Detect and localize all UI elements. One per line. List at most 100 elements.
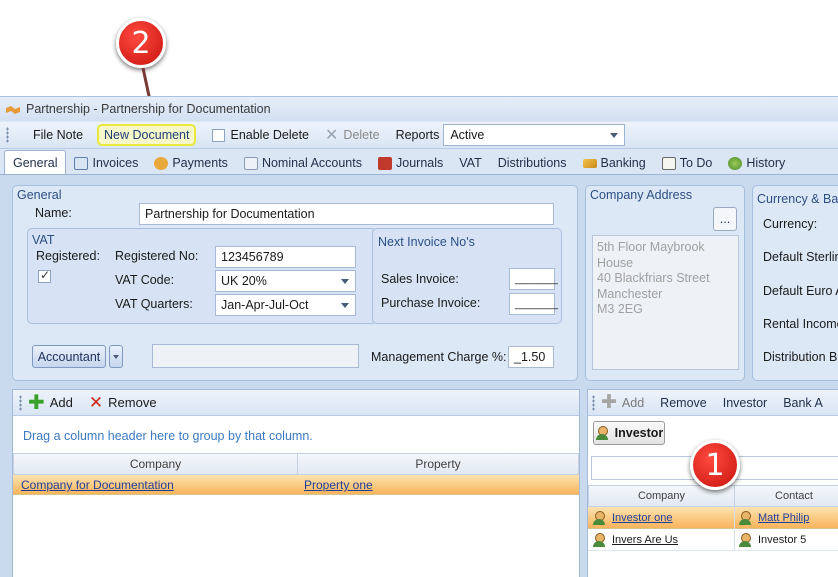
distribution-bank-label: Distribution B xyxy=(763,350,838,364)
investor-company-link[interactable]: Investor one xyxy=(612,512,673,524)
app-window: Partnership - Partnership for Documentat… xyxy=(0,96,838,577)
table-row[interactable]: Investor one Matt Philip xyxy=(588,507,838,529)
ledger-icon xyxy=(243,156,258,170)
next-invoice-title: Next Invoice No's xyxy=(378,235,475,249)
remove-investor-button[interactable]: Remove xyxy=(652,393,715,413)
tab-payments[interactable]: Payments xyxy=(146,152,236,174)
toolbar-grip[interactable] xyxy=(19,394,22,411)
registered-label: Registered: xyxy=(36,249,100,263)
tab-vat[interactable]: VAT xyxy=(451,152,489,174)
add-investor-label: Add xyxy=(621,395,645,410)
add-investor-button[interactable]: ✚ Add xyxy=(599,393,652,413)
management-charge-field[interactable]: _1.50 xyxy=(508,346,554,368)
investor-contact-text: Investor 5 xyxy=(758,533,807,546)
property-grid-toolbar: ✚ Add ✕ Remove xyxy=(13,390,579,416)
investor-button[interactable]: Investor xyxy=(715,393,775,413)
tab-invoices-label: Invoices xyxy=(92,156,139,170)
vat-code-value: UK 20% xyxy=(221,274,267,288)
bank-card-icon xyxy=(582,158,597,168)
toolbar-grip[interactable] xyxy=(6,127,9,143)
tab-payments-label: Payments xyxy=(172,156,228,170)
reports-value: Active xyxy=(450,128,485,142)
tab-banking-label: Banking xyxy=(600,156,646,170)
add-property-button[interactable]: ✚ Add xyxy=(26,392,81,413)
table-row[interactable]: Invers Are Us Investor 5 xyxy=(588,529,838,551)
accountant-field[interactable] xyxy=(152,344,359,368)
accountant-dropdown-button[interactable] xyxy=(109,345,123,368)
tab-to-do-label: To Do xyxy=(679,156,713,170)
column-header-company[interactable]: Company xyxy=(13,453,298,475)
investor-company-link[interactable]: Invers Are Us xyxy=(612,534,678,546)
delete-x-icon: ✕ xyxy=(325,127,339,144)
chevron-down-icon xyxy=(341,302,349,308)
tab-vat-label: VAT xyxy=(459,156,482,170)
vat-panel-title: VAT xyxy=(32,233,55,247)
sales-invoice-field[interactable]: _______ xyxy=(509,268,558,290)
tab-history[interactable]: History xyxy=(720,152,793,174)
toolbar-grip[interactable] xyxy=(592,394,595,411)
company-address-panel: Company Address ... 5th Floor Maybrook H… xyxy=(585,185,745,381)
title-bar: Partnership - Partnership for Documentat… xyxy=(0,97,838,121)
coins-icon xyxy=(154,156,169,170)
investor-icon xyxy=(595,426,611,440)
vat-panel: VAT Registered: Registered No: 123456789… xyxy=(27,228,377,324)
vat-quarters-dropdown[interactable]: Jan-Apr-Jul-Oct xyxy=(215,294,356,316)
add-property-label: Add xyxy=(49,395,73,410)
vat-code-dropdown[interactable]: UK 20% xyxy=(215,270,356,292)
chevron-down-icon xyxy=(341,278,349,284)
tab-journals[interactable]: Journals xyxy=(370,152,451,174)
delete-button[interactable]: ✕ Delete xyxy=(317,122,388,148)
address-line-1: 5th Floor Maybrook xyxy=(597,240,705,254)
tab-distributions[interactable]: Distributions xyxy=(490,152,575,174)
column-divider xyxy=(734,507,735,551)
name-label: Name: xyxy=(35,206,72,220)
new-document-button[interactable]: New Document xyxy=(97,124,197,146)
column-header-contact[interactable]: Contact xyxy=(734,485,838,507)
investor-contact-link[interactable]: Matt Philip xyxy=(758,512,809,524)
group-by-hint[interactable]: Drag a column header here to group by th… xyxy=(23,429,313,443)
investor-contact-cell: Investor 5 xyxy=(738,533,806,547)
person-icon xyxy=(738,511,754,525)
column-header-property[interactable]: Property xyxy=(297,453,579,475)
person-icon xyxy=(592,533,608,547)
tab-to-do[interactable]: To Do xyxy=(654,152,721,174)
property-link[interactable]: Property one xyxy=(304,478,373,492)
remove-x-icon: ✕ xyxy=(88,392,104,412)
address-textarea[interactable]: 5th Floor Maybrook House 40 Blackfriars … xyxy=(592,235,739,370)
handshake-icon xyxy=(6,104,20,114)
tab-general[interactable]: General xyxy=(4,150,67,174)
tab-banking[interactable]: Banking xyxy=(575,152,654,174)
bank-account-button[interactable]: Bank A xyxy=(775,393,831,413)
file-note-button[interactable]: File Note xyxy=(17,125,97,145)
registered-checkbox[interactable] xyxy=(38,268,51,283)
management-charge-label: Management Charge %: xyxy=(371,350,507,364)
delete-label: Delete xyxy=(343,128,380,142)
currency-label: Currency: xyxy=(763,217,818,231)
name-field[interactable]: Partnership for Documentation xyxy=(139,203,554,225)
investor-company-cell: Invers Are Us xyxy=(592,533,678,547)
clipboard-icon xyxy=(661,156,676,170)
address-line-4: Manchester xyxy=(597,286,663,301)
vat-quarters-value: Jan-Apr-Jul-Oct xyxy=(221,298,309,312)
purchase-invoice-field[interactable]: _______ xyxy=(509,293,558,315)
enable-delete-checkbox[interactable] xyxy=(212,128,226,142)
group-chip-investor[interactable]: Investor xyxy=(593,421,665,445)
tab-general-label: General xyxy=(13,155,58,170)
remove-property-button[interactable]: ✕ Remove xyxy=(81,390,165,416)
currency-bank-title: Currency & Ban xyxy=(757,192,838,206)
company-link[interactable]: Company for Documentation xyxy=(21,478,174,492)
enable-delete-toggle[interactable]: Enable Delete xyxy=(204,125,317,145)
reports-dropdown[interactable]: Active xyxy=(443,124,626,146)
registered-no-field[interactable]: 123456789 xyxy=(215,246,356,268)
address-line-5: M3 2EG xyxy=(597,302,643,316)
accountant-button[interactable]: Accountant xyxy=(32,345,106,368)
table-row[interactable]: Company for Documentation Property one xyxy=(13,475,579,495)
company-address-title: Company Address xyxy=(590,188,693,202)
tab-nominal-accounts[interactable]: Nominal Accounts xyxy=(236,152,370,174)
address-browse-button[interactable]: ... xyxy=(713,207,737,231)
currency-bank-panel: Currency & Ban Currency: Default Sterlin… xyxy=(752,185,838,381)
purchase-invoice-label: Purchase Invoice: xyxy=(381,296,481,310)
tab-nominal-accounts-label: Nominal Accounts xyxy=(261,156,362,170)
general-panel-title: General xyxy=(17,188,62,202)
tab-invoices[interactable]: Invoices xyxy=(66,152,146,174)
